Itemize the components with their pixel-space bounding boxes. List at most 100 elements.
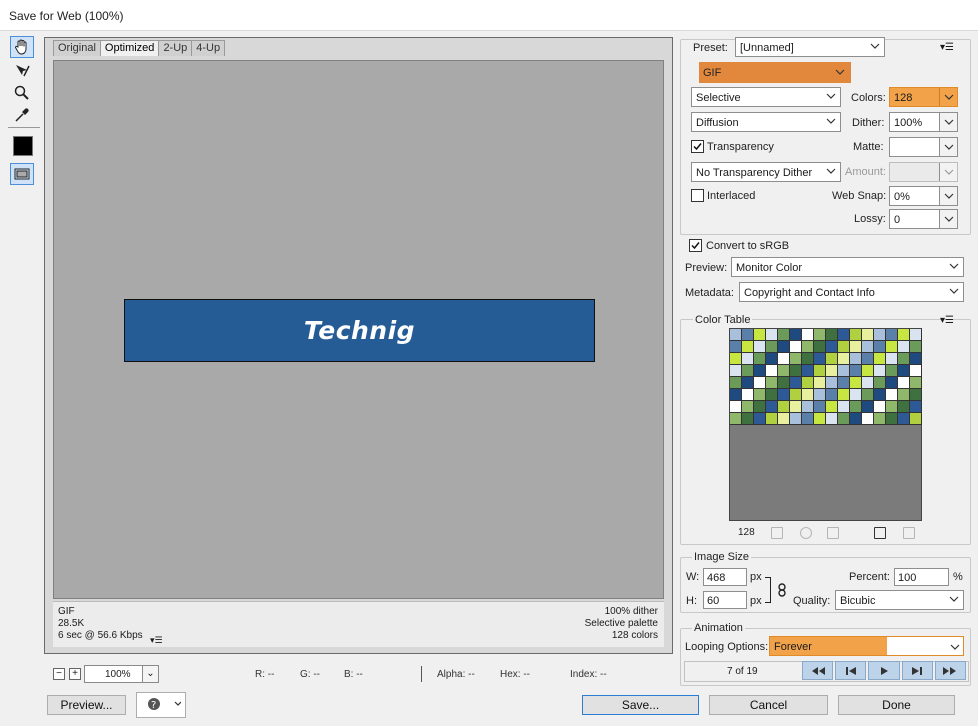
color-swatch[interactable] [766,341,778,353]
color-swatch[interactable] [850,413,862,425]
zoom-out-button[interactable]: − [53,668,65,680]
color-swatch[interactable] [898,353,910,365]
color-swatch[interactable] [886,353,898,365]
color-swatch[interactable] [778,401,790,413]
color-swatch[interactable] [862,365,874,377]
transparency-dither-select[interactable]: No Transparency Dither [691,162,841,182]
map-transparency-icon[interactable] [771,527,783,539]
color-swatch[interactable] [910,329,922,341]
play-button[interactable] [868,661,900,680]
color-swatch[interactable] [790,341,802,353]
percent-input[interactable]: 100 [894,568,949,586]
tab-2-up[interactable]: 2-Up [158,40,193,56]
color-swatch[interactable] [814,353,826,365]
color-swatch[interactable] [898,377,910,389]
color-swatch[interactable] [886,377,898,389]
color-swatch[interactable] [766,365,778,377]
color-swatch[interactable] [814,365,826,377]
color-swatch[interactable] [826,401,838,413]
color-swatch[interactable] [850,365,862,377]
format-select[interactable]: GIF [699,62,851,83]
color-swatch[interactable] [802,341,814,353]
preview-canvas[interactable]: Technig [53,60,664,599]
web-snap-select[interactable]: 0% [889,186,958,206]
color-swatch[interactable] [802,413,814,425]
color-swatch[interactable] [862,377,874,389]
toggle-slices-button[interactable] [10,163,34,185]
lossy-select[interactable]: 0 [889,209,958,229]
color-swatch[interactable] [754,353,766,365]
preview-color-select[interactable]: Monitor Color [731,257,964,277]
color-swatch[interactable] [850,341,862,353]
preview-button[interactable]: Preview... [47,695,126,715]
color-swatch[interactable] [850,329,862,341]
color-swatch[interactable] [898,389,910,401]
color-swatch[interactable] [766,353,778,365]
color-swatch-grid[interactable] [730,329,922,425]
color-swatch[interactable] [874,329,886,341]
color-swatch[interactable] [730,365,742,377]
color-swatch[interactable] [826,329,838,341]
color-swatch[interactable] [778,365,790,377]
color-swatch[interactable] [742,413,754,425]
color-swatch[interactable] [910,341,922,353]
color-swatch[interactable] [826,389,838,401]
web-shift-icon[interactable] [800,527,812,539]
color-swatch[interactable] [826,365,838,377]
lock-color-icon[interactable] [827,527,839,539]
delete-color-icon[interactable] [903,527,915,539]
color-swatch[interactable] [814,329,826,341]
color-swatch[interactable] [874,401,886,413]
tab-original[interactable]: Original [53,40,101,56]
color-swatch[interactable] [754,377,766,389]
color-swatch[interactable] [790,413,802,425]
color-swatch[interactable] [910,401,922,413]
height-input[interactable]: 60 [703,591,747,609]
color-swatch[interactable] [742,365,754,377]
color-swatch[interactable] [790,365,802,377]
color-swatch[interactable] [766,401,778,413]
color-swatch[interactable] [814,389,826,401]
color-swatch[interactable] [826,413,838,425]
color-swatch[interactable] [910,413,922,425]
color-swatch[interactable] [814,377,826,389]
color-swatch[interactable] [886,365,898,377]
color-swatch[interactable] [742,329,754,341]
slice-select-tool[interactable] [10,60,34,82]
dither-algorithm-select[interactable]: Diffusion [691,112,841,132]
color-table-menu-icon[interactable]: ▾☰ [940,315,954,326]
new-color-icon[interactable] [874,527,886,539]
color-swatch[interactable] [754,401,766,413]
color-swatch[interactable] [730,413,742,425]
color-swatch[interactable] [874,389,886,401]
color-swatch[interactable] [898,365,910,377]
optimize-menu-icon[interactable]: ▾☰ [940,42,954,53]
colors-select[interactable]: 128 [889,87,958,107]
done-button[interactable]: Done [838,695,955,715]
eyedropper-color-swatch[interactable] [13,136,33,156]
zoom-in-button[interactable]: + [69,668,81,680]
color-swatch[interactable] [778,329,790,341]
color-swatch[interactable] [814,413,826,425]
color-swatch[interactable] [838,413,850,425]
color-swatch[interactable] [838,401,850,413]
color-swatch[interactable] [766,377,778,389]
width-input[interactable]: 468 [703,568,747,586]
convert-srgb-checkbox[interactable] [689,239,702,252]
color-swatch[interactable] [742,401,754,413]
color-swatch[interactable] [862,413,874,425]
metadata-select[interactable]: Copyright and Contact Info [739,282,964,302]
color-swatch[interactable] [910,353,922,365]
color-swatch[interactable] [838,353,850,365]
hand-tool[interactable] [10,36,34,58]
color-swatch[interactable] [886,341,898,353]
color-swatch[interactable] [742,353,754,365]
color-swatch[interactable] [862,353,874,365]
color-swatch[interactable] [730,353,742,365]
link-icon[interactable] [777,583,787,597]
color-swatch[interactable] [814,401,826,413]
quality-select[interactable]: Bicubic [835,590,964,610]
dither-amount-select[interactable]: 100% [889,112,958,132]
color-swatch[interactable] [850,377,862,389]
cancel-button[interactable]: Cancel [709,695,828,715]
